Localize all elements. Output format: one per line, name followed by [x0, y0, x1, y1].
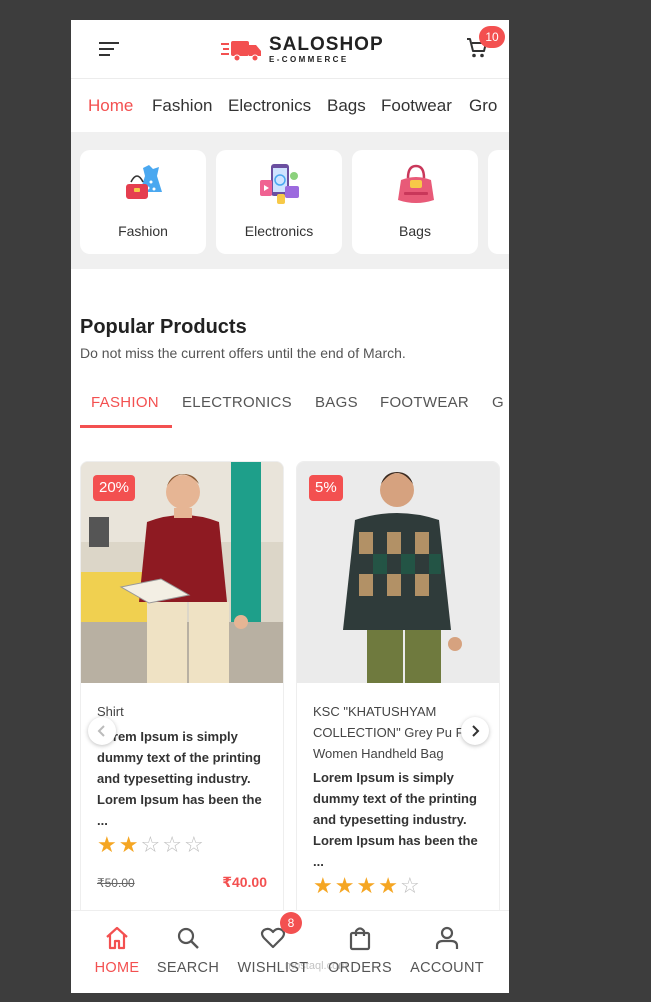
shopping-bag-icon: [349, 927, 371, 951]
menu-icon[interactable]: [99, 41, 121, 57]
star-icon: ★: [118, 832, 141, 857]
star-icon: ★: [313, 873, 335, 898]
brand-logo[interactable]: SALOSHOP E-COMMERCE: [221, 34, 384, 66]
tab-electronics[interactable]: ELECTRONICS: [182, 394, 292, 411]
brand-name: SALOSHOP: [269, 34, 384, 55]
star-outline-icon: ☆: [140, 832, 163, 857]
category-card-label: Bags: [399, 223, 431, 239]
category-card-fashion[interactable]: Fashion: [80, 150, 206, 254]
product-category: Shirt: [97, 704, 124, 719]
sale-price: ₹40.00: [222, 874, 267, 890]
category-card-electronics[interactable]: Electronics: [216, 150, 342, 254]
product-card[interactable]: 5% KSC "KHATUSHYAM COLLECTION" Grey Pu F…: [296, 461, 500, 933]
section-subtitle: Do not miss the current offers until the…: [80, 345, 406, 361]
star-outline-icon: ☆: [399, 873, 422, 898]
fashion-icon: [126, 165, 162, 199]
app-screen: SALOSHOP E-COMMERCE 10 Home Fashion Elec…: [71, 20, 509, 993]
product-tabs: FASHION ELECTRONICS BAGS FOOTWEAR G: [71, 384, 509, 428]
home-icon: [106, 926, 128, 950]
product-description[interactable]: Lorem Ipsum is simply dummy text of the …: [97, 726, 269, 831]
tab-fashion[interactable]: FASHION: [91, 394, 159, 411]
nav-item-fashion[interactable]: Fashion: [152, 96, 212, 116]
section-title: Popular Products: [80, 316, 247, 338]
nav-item-home[interactable]: Home: [88, 96, 133, 116]
category-card-label: Electronics: [244, 223, 314, 239]
app-header: SALOSHOP E-COMMERCE 10: [71, 20, 509, 79]
product-card[interactable]: 20% Shirt Lorem Ipsum is simply dummy te…: [80, 461, 284, 933]
discount-badge: 5%: [309, 475, 343, 501]
tab-more[interactable]: G: [492, 394, 504, 411]
nav-item-electronics[interactable]: Electronics: [228, 96, 311, 116]
bottom-nav-label: SEARCH: [156, 960, 220, 976]
category-card-partial[interactable]: [488, 150, 509, 254]
chevron-left-icon: [97, 725, 105, 737]
search-icon: [177, 927, 199, 949]
old-price: ₹50.00: [97, 876, 135, 890]
active-tab-indicator: [80, 425, 172, 428]
star-outline-icon: ☆: [162, 832, 184, 857]
rating-stars: ★★☆☆☆: [97, 832, 206, 858]
carousel-prev-button[interactable]: [88, 717, 116, 745]
star-icon: ★: [97, 832, 119, 857]
nav-item-bags[interactable]: Bags: [327, 96, 366, 116]
carousel-next-button[interactable]: [461, 717, 489, 745]
truck-logo-icon: [221, 41, 261, 62]
electronics-icon: [260, 164, 299, 204]
tab-footwear[interactable]: FOOTWEAR: [380, 394, 469, 411]
bottom-nav-account[interactable]: ACCOUNT: [404, 925, 490, 976]
discount-badge: 20%: [93, 475, 136, 501]
bag-icon: [398, 164, 434, 203]
star-outline-icon: ☆: [183, 832, 206, 857]
cart-count-badge: 10: [479, 26, 505, 48]
nav-item-groceries[interactable]: Gro: [469, 96, 497, 116]
category-card-bags[interactable]: Bags: [352, 150, 478, 254]
user-icon: [435, 926, 459, 949]
category-card-label: Fashion: [118, 223, 168, 239]
star-icon: ★: [356, 873, 379, 898]
tab-bags[interactable]: BAGS: [315, 394, 358, 411]
bottom-nav-label: ACCOUNT: [410, 960, 484, 976]
bottom-nav-search[interactable]: SEARCH: [145, 925, 231, 976]
brand-subtitle: E-COMMERCE: [269, 55, 349, 64]
product-description[interactable]: Lorem Ipsum is simply dummy text of the …: [313, 767, 485, 872]
watermark: mostaql.com: [285, 960, 348, 972]
rating-stars: ★★★★☆: [313, 873, 422, 899]
nav-item-footwear[interactable]: Footwear: [381, 96, 452, 116]
category-nav: Home Fashion Electronics Bags Footwear G…: [71, 80, 509, 132]
wishlist-count-badge: 8: [280, 912, 302, 934]
star-icon: ★: [378, 873, 400, 898]
chevron-right-icon: [472, 725, 480, 737]
star-icon: ★: [334, 873, 357, 898]
